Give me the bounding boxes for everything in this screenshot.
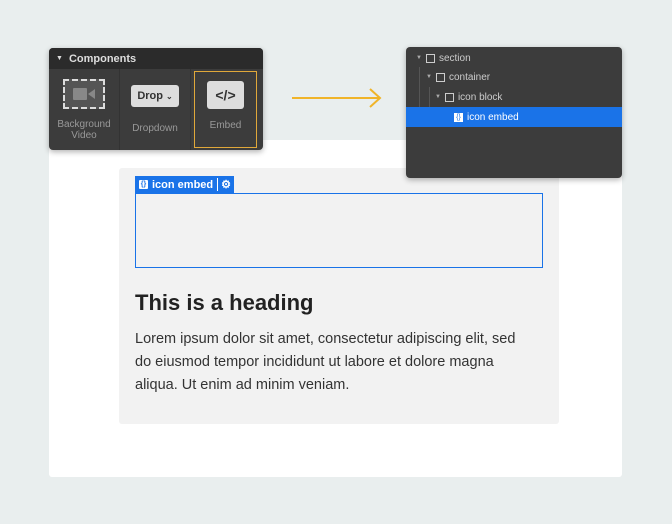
caret-down-icon[interactable]: ▼ bbox=[56, 55, 63, 62]
paragraph: Lorem ipsum dolor sit amet, consectetur … bbox=[135, 331, 516, 393]
code-icon: </> bbox=[207, 81, 244, 109]
component-embed[interactable]: </> Embed bbox=[194, 71, 257, 148]
video-icon bbox=[63, 79, 105, 109]
components-panel: ▼ Components Background Video Drop ⌄ Dropd… bbox=[49, 48, 263, 150]
nav-item-section[interactable]: ▼ section bbox=[406, 48, 622, 68]
navigator-panel: ▼ section ▼ container ▼ icon block {} icon e… bbox=[406, 47, 622, 178]
component-label: Embed bbox=[209, 120, 242, 131]
gear-icon[interactable]: ⚙ bbox=[217, 178, 234, 191]
dropdown-thumb: Drop ⌄ bbox=[131, 85, 179, 107]
container-icon bbox=[435, 72, 445, 82]
heading: This is a heading bbox=[135, 290, 314, 315]
block-icon bbox=[444, 92, 454, 102]
component-label: Dropdown bbox=[132, 123, 178, 134]
component-background-video[interactable]: Background Video bbox=[49, 69, 120, 150]
chevron-down-icon: ⌄ bbox=[165, 91, 173, 101]
panel-title: Components bbox=[68, 52, 137, 65]
nav-item-container[interactable]: ▼ container bbox=[406, 67, 622, 87]
component-label: Background Video bbox=[57, 119, 111, 141]
icon-embed[interactable] bbox=[135, 193, 543, 268]
tag-label: icon embed bbox=[152, 178, 214, 191]
nav-item-icon-embed[interactable]: {} icon embed bbox=[406, 107, 622, 127]
nav-item-icon-block[interactable]: ▼ icon block bbox=[406, 87, 622, 107]
element-tag[interactable]: {} icon embed ⚙ bbox=[135, 176, 234, 193]
embed-icon: {} bbox=[454, 112, 463, 122]
component-dropdown[interactable]: Drop ⌄ Dropdown bbox=[120, 69, 191, 150]
section-icon bbox=[425, 53, 435, 63]
embed-icon: {} bbox=[139, 180, 148, 189]
arrow-icon bbox=[292, 88, 382, 108]
